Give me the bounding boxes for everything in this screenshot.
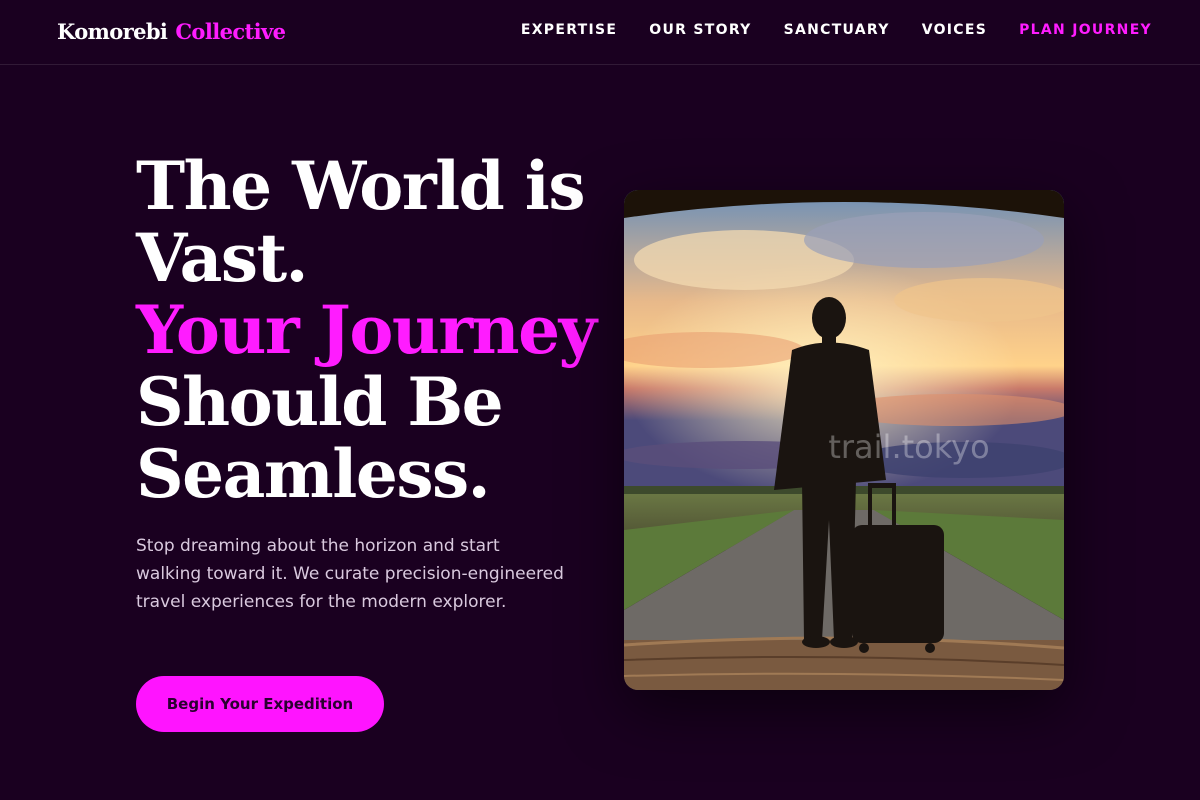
hero-title-line-4: Should Be (136, 363, 504, 441)
brand-name-primary: Komorebi (57, 19, 168, 44)
hero-title-line-1: The World is (136, 147, 586, 225)
site-header: Komorebi Collective EXPERTISE OUR STORY S… (0, 0, 1200, 65)
nav-link-our-story[interactable]: OUR STORY (649, 22, 751, 38)
hero-image: trail.tokyo (624, 190, 1064, 690)
hero-title-line-2: Vast. (136, 219, 309, 297)
hero-title: The World is Vast. Your Journey Should B… (136, 150, 606, 510)
begin-expedition-button[interactable]: Begin Your Expedition (136, 676, 384, 732)
hero-title-accent-line: Your Journey (136, 291, 597, 369)
hero-title-line-5: Seamless. (136, 435, 491, 513)
nav-link-expertise[interactable]: EXPERTISE (521, 22, 617, 38)
brand-logo[interactable]: Komorebi Collective (57, 19, 286, 44)
hero-description: Stop dreaming about the horizon and star… (136, 536, 564, 612)
image-watermark: trail.tokyo (828, 428, 990, 466)
nav-link-sanctuary[interactable]: SANCTUARY (784, 22, 890, 38)
nav-link-voices[interactable]: VOICES (922, 22, 987, 38)
brand-name-secondary: Collective (175, 19, 286, 44)
main-nav: EXPERTISE OUR STORY SANCTUARY VOICES PLA… (521, 22, 1152, 38)
nav-link-plan-journey[interactable]: PLAN JOURNEY (1019, 22, 1152, 38)
